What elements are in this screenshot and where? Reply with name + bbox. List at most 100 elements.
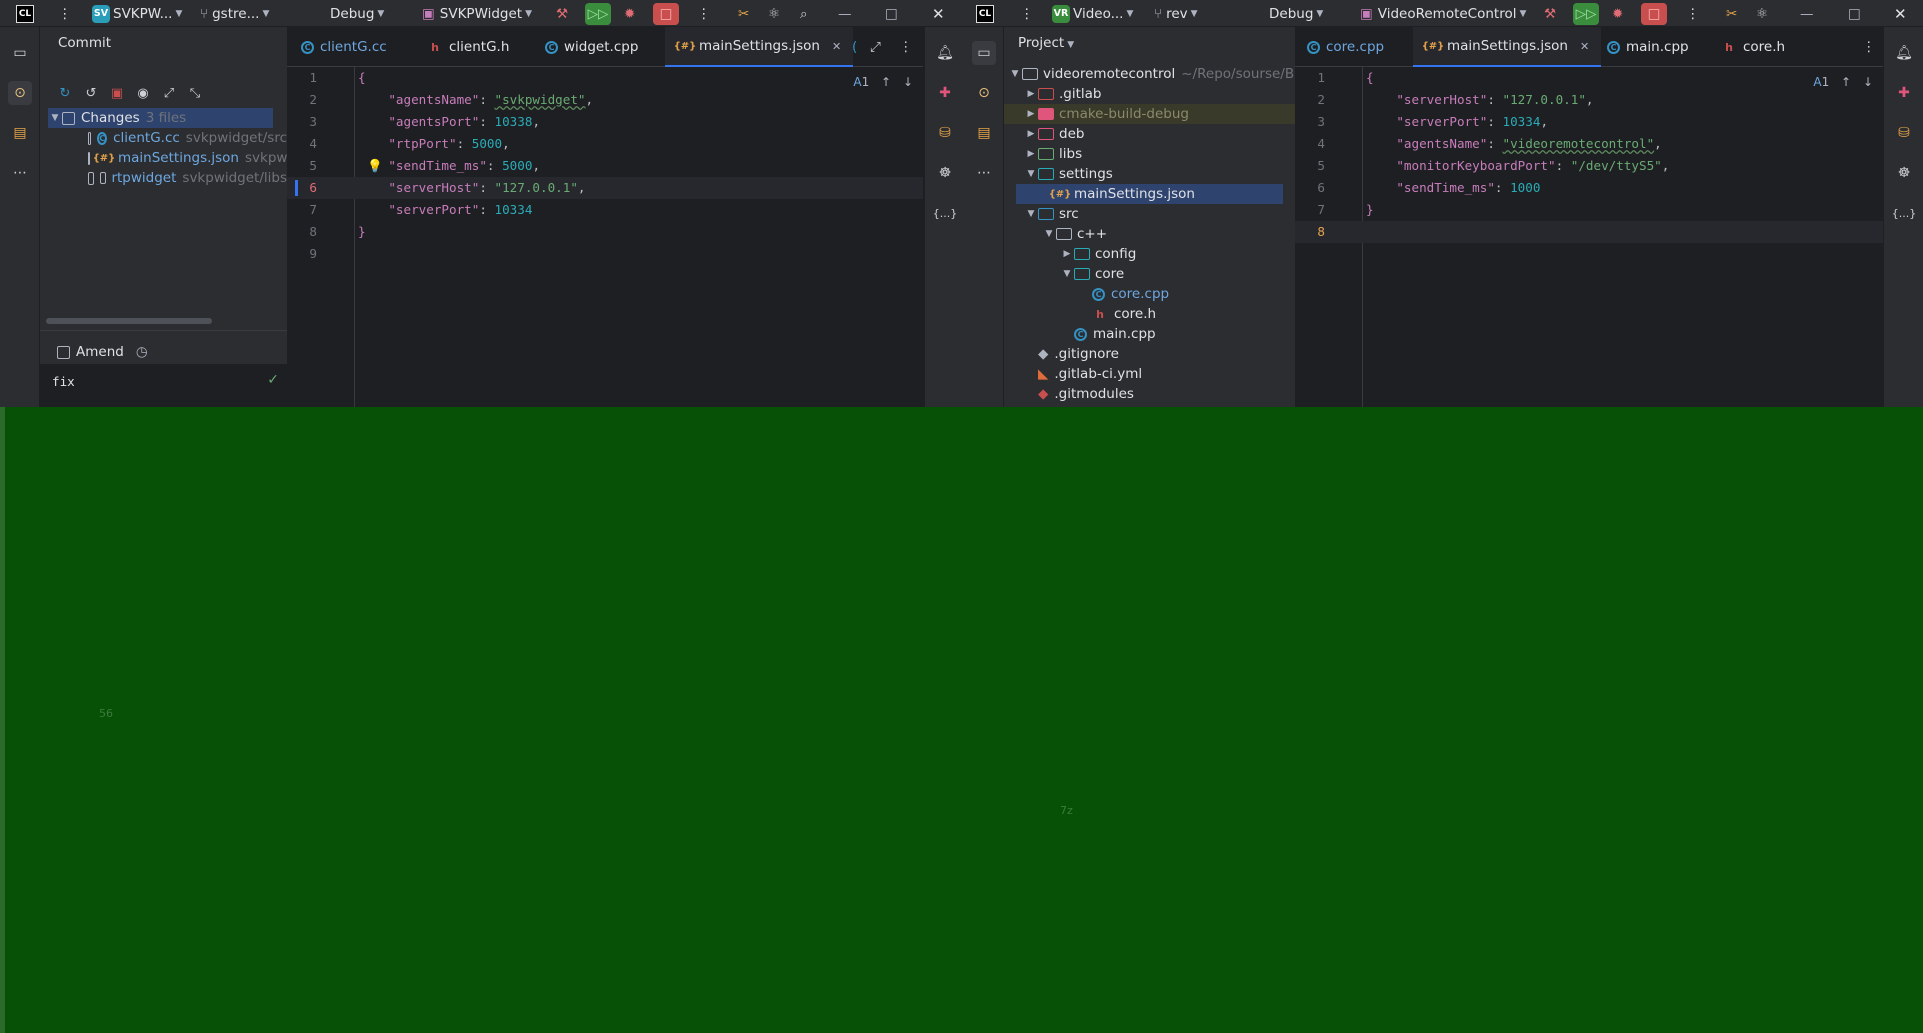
tab-overflow[interactable]: (	[852, 27, 857, 67]
tab-mainSettings-json[interactable]: {#} mainSettings.json ✕	[1413, 27, 1602, 67]
clion-logo[interactable]: CL	[976, 4, 994, 23]
tree-item[interactable]: ▼ core	[1060, 264, 1295, 284]
tree-item[interactable]: h core.h	[1092, 304, 1295, 324]
project-tool-icon[interactable]: ▭	[972, 41, 996, 65]
file-checkbox[interactable]	[88, 131, 92, 145]
minimize-icon[interactable]: —	[838, 0, 852, 27]
ai-assistant-icon[interactable]: ⚛	[1756, 0, 1768, 27]
history-clock-icon[interactable]: ◷	[136, 344, 148, 360]
tab-core-cpp[interactable]: Ccore.cpp	[1307, 27, 1384, 67]
tree-item[interactable]: ▼ src	[1024, 204, 1295, 224]
tree-item[interactable]: {#} mainSettings.json	[1016, 184, 1283, 204]
close-window-icon[interactable]: ✕	[932, 0, 945, 27]
tree-item[interactable]: ▶ deb	[1024, 124, 1295, 144]
tree-item[interactable]: ◣ .gitlab-ci.yml	[1038, 364, 1295, 384]
build-config-selector[interactable]: Debug ▼	[330, 0, 384, 27]
tree-item[interactable]: ◆ .gitmodules	[1038, 384, 1295, 404]
main-menu-icon[interactable]: ⋮	[58, 0, 72, 27]
branch-switcher[interactable]: ⑂ gstre... ▼	[200, 0, 269, 27]
build-hammer-icon[interactable]: ⚒	[1544, 0, 1556, 27]
tools-icon[interactable]: ✂	[738, 0, 749, 27]
tree-item[interactable]: ▶ libs	[1024, 144, 1295, 164]
changed-file-row[interactable]: rtpwidget svkpwidget/libs	[88, 168, 287, 188]
maximize-icon[interactable]: □	[1848, 0, 1861, 27]
tree-item[interactable]: ▼ settings	[1024, 164, 1295, 184]
collapse-all-icon[interactable]: ⤡	[184, 82, 206, 104]
stop-button[interactable]: □	[1641, 2, 1667, 25]
run-config-selector[interactable]: ▣ SVKPWidget ▼	[422, 0, 532, 27]
amend-checkbox[interactable]	[57, 345, 70, 359]
maximize-icon[interactable]: □	[885, 0, 898, 27]
search-icon[interactable]: ⌕	[800, 0, 808, 27]
tab-actions-icon[interactable]: ⋮	[899, 27, 913, 67]
horizontal-scrollbar[interactable]	[46, 318, 212, 324]
code-area[interactable]: 1{ 2 "serverHost": "127.0.0.1", 3 "serve…	[1295, 67, 1883, 407]
file-checkbox[interactable]	[88, 151, 90, 165]
commit-tool-icon[interactable]: ⊙	[972, 81, 996, 105]
tree-item[interactable]: ▶ .gitlab	[1024, 84, 1295, 104]
tree-root[interactable]: ▼ videoremotecontrol ~/Repo/sourse/B	[1008, 64, 1295, 84]
stop-button[interactable]: □	[653, 2, 679, 25]
project-tool-icon[interactable]: ▭	[8, 41, 32, 65]
build-config-selector[interactable]: Debug ▼	[1269, 0, 1323, 27]
more-tools-icon[interactable]: ⋯	[8, 161, 32, 185]
tab-core-h[interactable]: h core.h	[1721, 27, 1785, 67]
copilot-icon[interactable]: ☸	[1892, 161, 1916, 185]
commit-tool-icon[interactable]: ⊙	[8, 81, 32, 105]
more-actions-icon[interactable]: ⋮	[1686, 0, 1700, 27]
shelve-icon[interactable]: ▣	[106, 82, 128, 104]
tree-item[interactable]: ▼ c++	[1042, 224, 1295, 244]
notifications-icon[interactable]: 🔔︎	[1892, 41, 1916, 65]
tab-main-cpp[interactable]: Cmain.cpp	[1607, 27, 1689, 67]
code-area[interactable]: 1{ 2 "agentsName": "svkpwidget", 3 "agen…	[287, 67, 923, 407]
project-panel-title[interactable]: Project ▼	[1018, 35, 1074, 51]
tree-item[interactable]: Cmain.cpp	[1074, 324, 1295, 344]
changes-group[interactable]: ▼ Changes 3 files	[48, 108, 273, 128]
main-menu-icon[interactable]: ⋮	[1020, 0, 1034, 27]
debug-bug-icon[interactable]: ✹	[1612, 0, 1623, 27]
changed-file-row[interactable]: C clientG.cc svkpwidget/src	[88, 128, 287, 148]
ai-chat-icon[interactable]: ✚	[1892, 81, 1916, 105]
notifications-icon[interactable]: 🔔︎	[933, 41, 957, 65]
run-config-selector[interactable]: ▣ VideoRemoteControl ▼	[1360, 0, 1526, 27]
amend-option[interactable]: Amend ◷	[57, 342, 287, 362]
ai-chat-icon[interactable]: ✚	[933, 81, 957, 105]
tree-item[interactable]: Ccore.cpp	[1092, 284, 1295, 304]
copilot-icon[interactable]: ☸	[933, 161, 957, 185]
json-path-icon[interactable]: {...}	[933, 201, 958, 225]
structure-tool-icon[interactable]: ▤	[972, 121, 996, 145]
run-button[interactable]: ▷▷	[585, 2, 611, 25]
maximize-editor-icon[interactable]: ⤢	[870, 27, 881, 67]
project-switcher[interactable]: VR Video... ▼	[1052, 0, 1133, 27]
database-icon[interactable]: ⛁	[1892, 121, 1916, 145]
refresh-icon[interactable]: ↻	[54, 82, 76, 104]
project-switcher[interactable]: SV SVKPW... ▼	[92, 0, 182, 27]
build-hammer-icon[interactable]: ⚒	[556, 0, 568, 27]
minimize-icon[interactable]: —	[1800, 0, 1814, 27]
json-path-icon[interactable]: {...}	[1892, 201, 1917, 225]
more-tools-icon[interactable]: ⋯	[972, 161, 996, 185]
tab-clientG-h[interactable]: h clientG.h	[427, 27, 509, 67]
file-checkbox[interactable]	[88, 171, 94, 185]
database-icon[interactable]: ⛁	[933, 121, 957, 145]
tree-item[interactable]: ◆ .gitignore	[1038, 344, 1295, 364]
debug-bug-icon[interactable]: ✹	[624, 0, 635, 27]
commit-message-input[interactable]: fix ✓	[40, 364, 287, 407]
clion-logo[interactable]: CL	[16, 4, 34, 23]
more-actions-icon[interactable]: ⋮	[697, 0, 711, 27]
tools-icon[interactable]: ✂	[1726, 0, 1737, 27]
changed-file-row[interactable]: {#} mainSettings.json svkpwi	[88, 148, 287, 168]
changes-checkbox[interactable]	[62, 111, 75, 125]
tab-actions-icon[interactable]: ⋮	[1862, 27, 1876, 67]
expand-all-icon[interactable]: ⤢	[158, 82, 180, 104]
close-tab-icon[interactable]: ✕	[832, 40, 841, 53]
tab-mainSettings-json[interactable]: {#} mainSettings.json ✕	[665, 27, 854, 67]
view-diff-icon[interactable]: ◉	[132, 82, 154, 104]
run-button[interactable]: ▷▷	[1573, 2, 1599, 25]
rollback-icon[interactable]: ↺	[80, 82, 102, 104]
tree-item[interactable]: ▶ cmake-build-debug	[1004, 104, 1295, 124]
structure-tool-icon[interactable]: ▤	[8, 121, 32, 145]
tree-item[interactable]: ▶ config	[1060, 244, 1295, 264]
close-window-icon[interactable]: ✕	[1894, 0, 1907, 27]
ai-assistant-icon[interactable]: ⚛	[768, 0, 780, 27]
